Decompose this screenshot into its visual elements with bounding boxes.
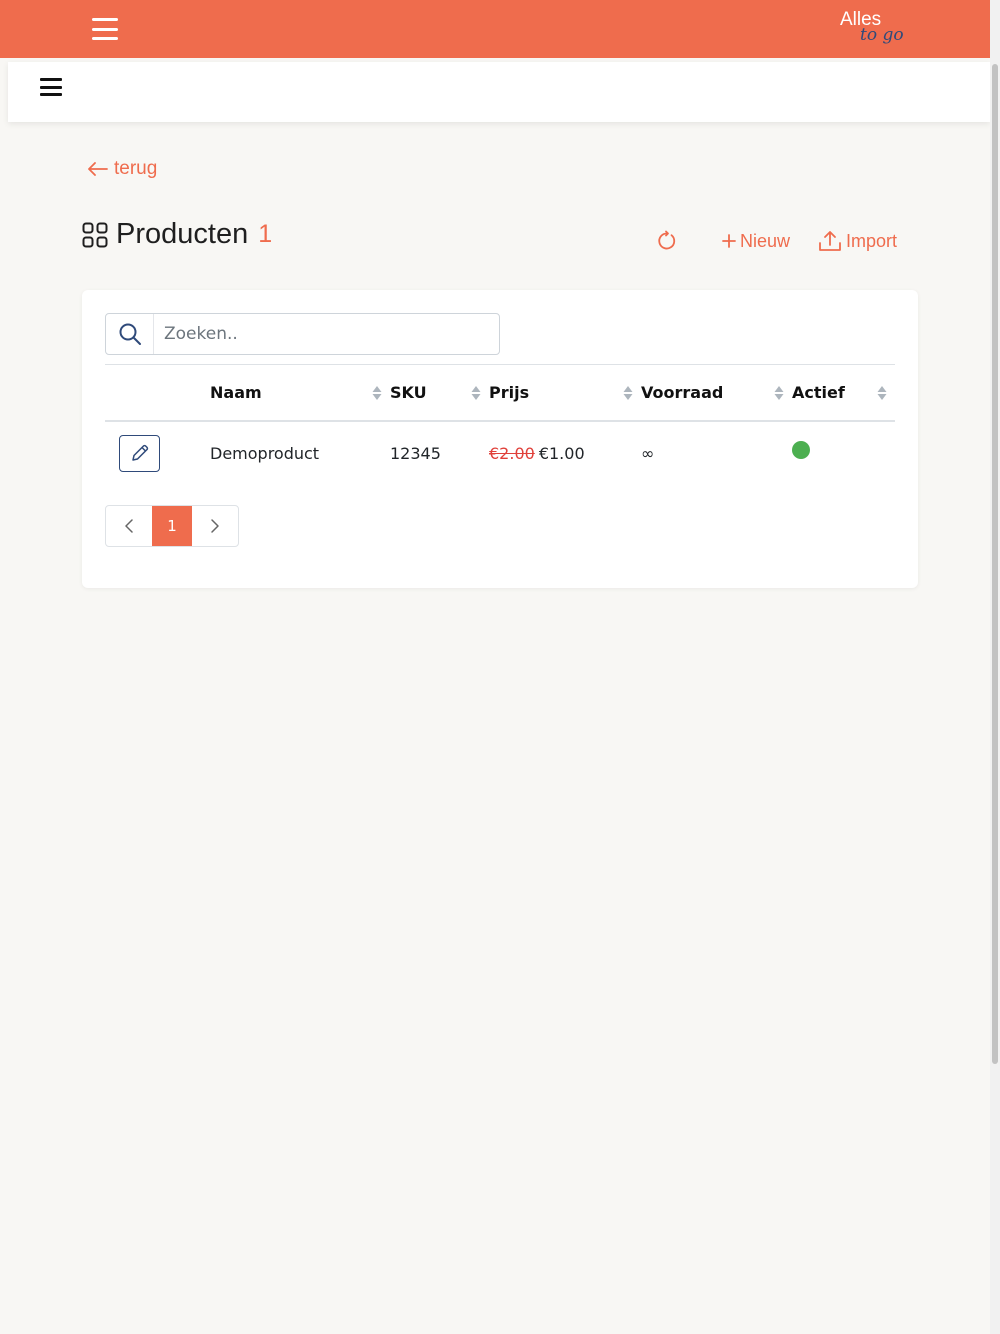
grid-icon [82, 222, 108, 247]
scrollbar[interactable] [990, 0, 1000, 1334]
column-header-naam[interactable]: Naam [210, 364, 390, 422]
refresh-icon [658, 230, 676, 250]
column-header-label: SKU [390, 382, 427, 402]
new-product-button[interactable]: Nieuw [722, 231, 790, 252]
product-active-cell [792, 421, 895, 485]
column-header-label: Voorraad [641, 382, 724, 402]
chevron-right-icon [211, 519, 219, 533]
back-link[interactable]: terug [88, 158, 157, 180]
column-header-actions [105, 364, 210, 422]
search-input[interactable] [154, 315, 499, 353]
product-name: Demoproduct [210, 443, 320, 463]
pagination-next-button[interactable] [192, 506, 238, 546]
column-header-prijs[interactable]: Prijs [489, 364, 641, 422]
table-header-row: Naam SKU Prijs Voorraad Actief [105, 364, 895, 422]
sort-icon[interactable] [774, 385, 784, 401]
top-app-bar: Alles to go [0, 0, 1000, 58]
plus-icon [722, 234, 736, 248]
column-header-voorraad[interactable]: Voorraad [641, 364, 792, 422]
column-header-actief[interactable]: Actief [792, 364, 895, 422]
search-icon [119, 323, 141, 345]
sidebar-toggle-menu-icon[interactable] [40, 78, 62, 96]
page-actions: Nieuw Import [656, 227, 897, 255]
new-product-label: Nieuw [740, 230, 791, 251]
import-button[interactable]: Import [818, 230, 897, 252]
search-box [105, 313, 500, 355]
product-current-price: €1.00 [538, 443, 585, 463]
table-row[interactable]: Demoproduct 12345 €2.00 €1.00 ∞ [105, 421, 895, 485]
pagination-page-button[interactable]: 1 [152, 506, 192, 546]
pagination-previous-button[interactable] [106, 506, 152, 546]
product-sku: 12345 [390, 443, 441, 463]
upload-icon [819, 231, 841, 251]
secondary-toolbar [8, 62, 990, 122]
page-title-text: Producten [116, 218, 249, 250]
refresh-button[interactable] [656, 230, 678, 252]
sort-icon[interactable] [877, 385, 887, 401]
pencil-icon [131, 444, 148, 461]
product-old-price: €2.00 [489, 443, 535, 463]
product-price: €2.00 €1.00 [489, 421, 641, 485]
scrollbar-thumb[interactable] [992, 64, 998, 1064]
chevron-left-icon [125, 519, 133, 533]
products-table: Naam SKU Prijs Voorraad Actief Demoprodu… [105, 364, 895, 485]
products-card: Naam SKU Prijs Voorraad Actief [82, 290, 918, 588]
page-title: Producten 1 [82, 218, 272, 251]
pagination: 1 [105, 505, 239, 547]
search-icon-wrapper[interactable] [106, 314, 154, 354]
edit-cell [105, 421, 210, 485]
brand-logo[interactable]: Alles to go [836, 8, 906, 52]
column-header-label: Prijs [489, 382, 530, 402]
sort-icon[interactable] [623, 385, 633, 401]
hamburger-menu-icon[interactable] [92, 18, 118, 40]
arrow-left-icon [88, 162, 108, 176]
column-header-label: Naam [210, 382, 262, 402]
active-status-dot [792, 440, 810, 459]
import-label: Import [846, 230, 898, 251]
product-stock: ∞ [641, 443, 655, 463]
brand-logo-secondary: to go [860, 25, 904, 45]
product-count-badge: 1 [258, 220, 273, 248]
column-header-sku[interactable]: SKU [390, 364, 489, 422]
back-link-label: terug [114, 158, 158, 179]
column-header-label: Actief [792, 382, 845, 402]
edit-button[interactable] [119, 434, 160, 472]
sort-icon[interactable] [471, 385, 481, 401]
sort-icon[interactable] [372, 385, 382, 401]
